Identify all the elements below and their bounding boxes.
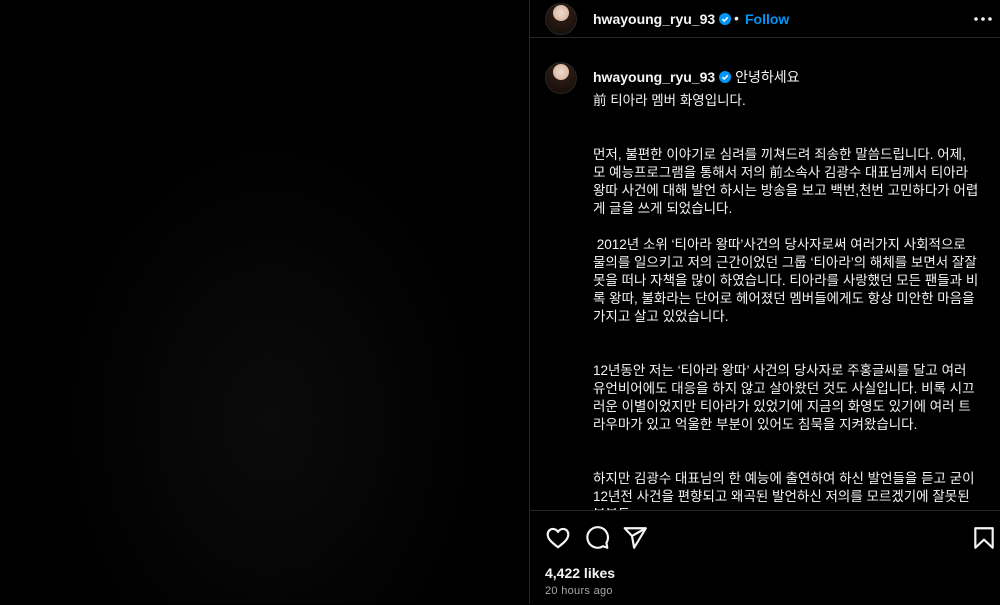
header-separator: • — [734, 10, 739, 26]
comment-icon[interactable] — [584, 525, 610, 551]
caption-text: 前 티아라 멤버 화영입니다. 먼저, 불편한 이야기로 심려를 끼쳐드려 죄송… — [593, 93, 979, 510]
post-side-panel: hwayoung_ryu_93 • Follow hwayoung_ryu_93… — [529, 0, 1000, 604]
caption-scroll-area[interactable]: hwayoung_ryu_93 안녕하세요 前 티아라 멤버 화영입니다. 먼저,… — [530, 52, 1000, 510]
author-avatar[interactable] — [545, 3, 577, 35]
action-bar: 4,422 likes 20 hours ago — [530, 510, 1000, 605]
verified-badge-icon — [719, 13, 732, 25]
author-username[interactable]: hwayoung_ryu_93 — [593, 11, 715, 27]
post-timestamp[interactable]: 20 hours ago — [545, 585, 613, 597]
bookmark-icon[interactable] — [971, 525, 997, 551]
post-header: hwayoung_ryu_93 • Follow — [530, 0, 1000, 38]
caption-author-username[interactable]: hwayoung_ryu_93 — [593, 69, 715, 85]
author-username-link[interactable]: hwayoung_ryu_93 — [593, 11, 732, 29]
caption-author-avatar[interactable] — [545, 62, 577, 94]
more-options-icon[interactable] — [971, 9, 995, 29]
caption-first-line: 안녕하세요 — [735, 69, 800, 85]
follow-button[interactable]: Follow — [745, 11, 789, 27]
caption-header: hwayoung_ryu_93 안녕하세요 — [593, 67, 800, 87]
heart-icon[interactable] — [545, 525, 571, 551]
share-icon[interactable] — [622, 525, 648, 551]
post-media[interactable] — [0, 0, 529, 604]
likes-count[interactable]: 4,422 likes — [545, 565, 615, 581]
verified-badge-icon — [719, 71, 732, 83]
